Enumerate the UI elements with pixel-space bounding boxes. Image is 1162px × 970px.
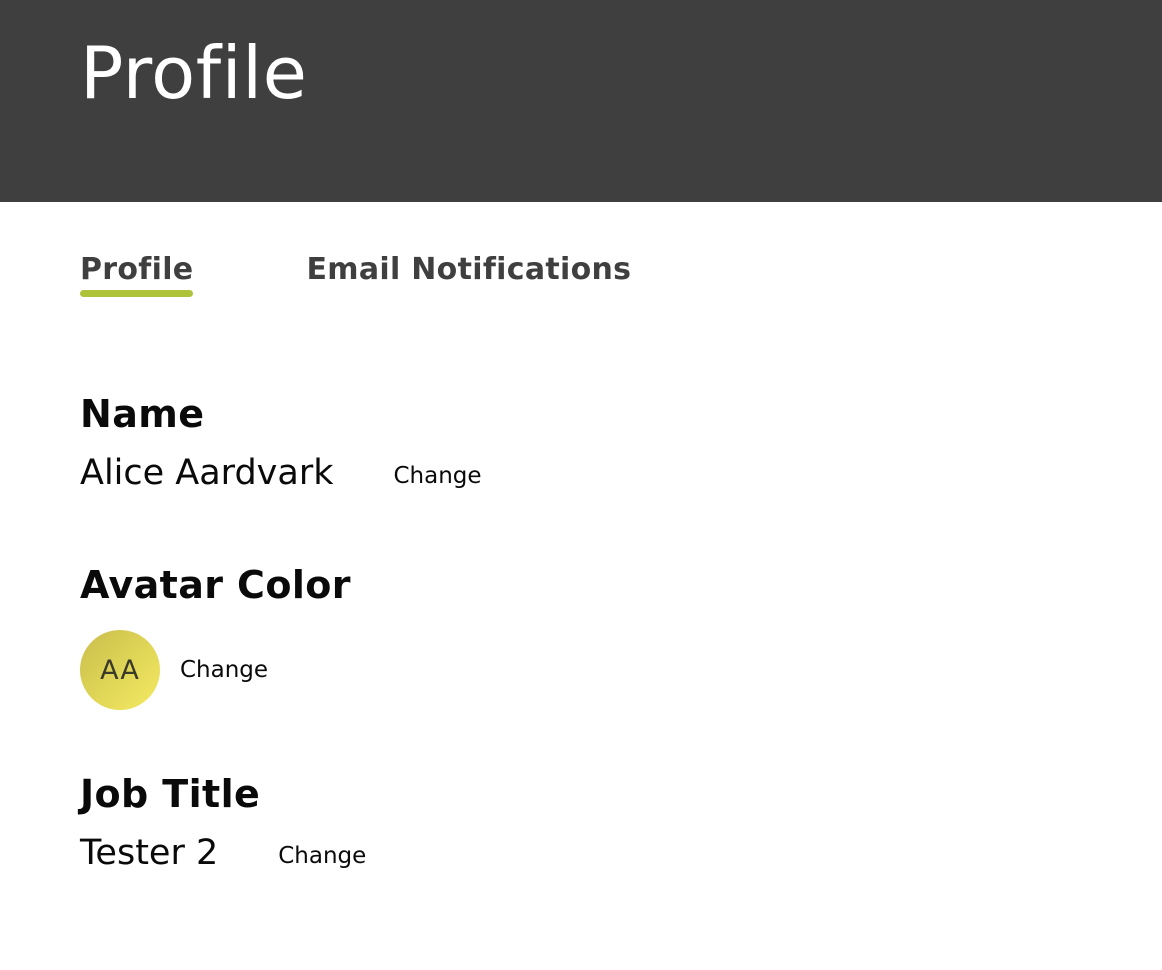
avatar-initials: AA bbox=[100, 654, 140, 686]
page-header: Profile bbox=[0, 0, 1162, 202]
tab-bar: Profile Email Notifications bbox=[80, 250, 631, 297]
change-name-link[interactable]: Change bbox=[394, 455, 482, 491]
avatar-color-heading: Avatar Color bbox=[80, 563, 351, 607]
job-title-section: Job Title Tester 2 Change bbox=[80, 771, 366, 875]
job-title-heading: Job Title bbox=[80, 772, 261, 816]
avatar: AA bbox=[80, 630, 160, 710]
name-section: Name Alice Aardvark Change bbox=[80, 391, 482, 495]
avatar-color-section: Avatar Color AA Change bbox=[80, 562, 351, 710]
change-job-title-link[interactable]: Change bbox=[278, 835, 366, 871]
name-value: Alice Aardvark bbox=[80, 453, 334, 493]
avatar-row: AA Change bbox=[80, 630, 351, 710]
name-row: Alice Aardvark Change bbox=[80, 451, 482, 495]
page-title: Profile bbox=[80, 31, 308, 115]
job-title-row: Tester 2 Change bbox=[80, 831, 366, 875]
tab-email-notifications[interactable]: Email Notifications bbox=[306, 250, 631, 290]
tab-profile[interactable]: Profile bbox=[80, 250, 194, 297]
name-heading: Name bbox=[80, 392, 205, 436]
change-avatar-color-link[interactable]: Change bbox=[180, 655, 268, 685]
job-title-value: Tester 2 bbox=[80, 833, 219, 873]
